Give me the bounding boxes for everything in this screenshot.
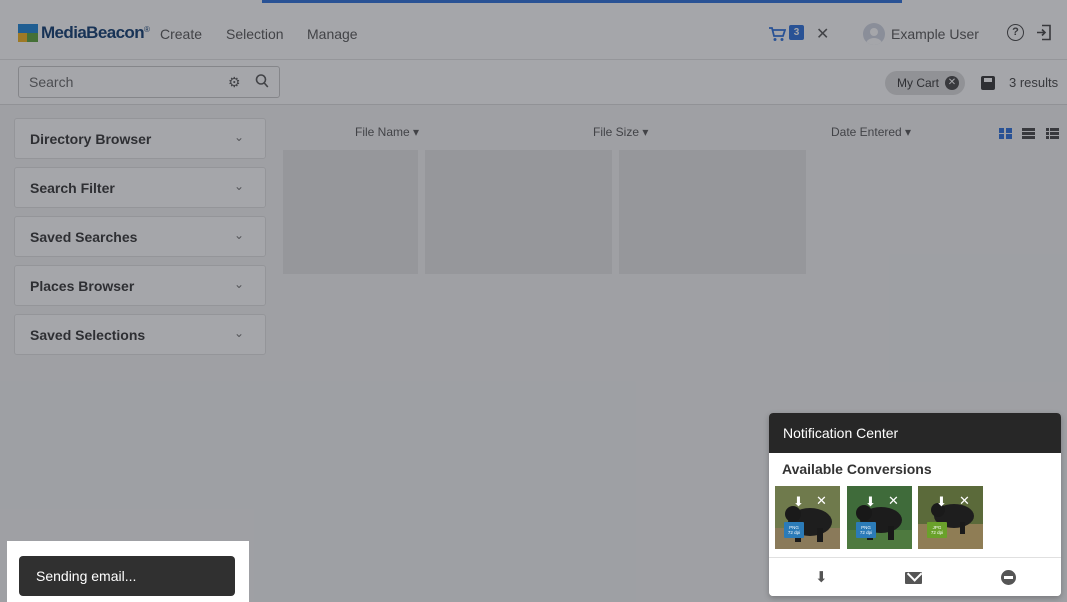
bear-thumbnail — [775, 486, 840, 549]
remove-icon[interactable] — [1001, 570, 1016, 585]
download-icon[interactable]: ⬇ — [793, 494, 804, 510]
available-conversions-heading: Available Conversions — [782, 461, 932, 477]
download-all-icon[interactable]: ⬇ — [815, 568, 828, 586]
notification-center-title[interactable]: Notification Center — [769, 413, 1061, 453]
conversion-item[interactable]: ⬇ ✕ JPG 72 dpi — [918, 486, 983, 549]
notification-center: Notification Center Available Conversion… — [769, 413, 1061, 596]
sending-email-toast: Sending email... — [19, 556, 235, 596]
bear-thumbnail — [918, 486, 983, 549]
dpi-label: 72 dpi — [930, 530, 944, 535]
email-icon[interactable] — [905, 572, 922, 584]
close-icon[interactable]: ✕ — [888, 493, 899, 509]
dpi-label: 72 dpi — [787, 530, 801, 535]
conversion-item[interactable]: ⬇ ✕ PNG 72 dpi — [847, 486, 912, 549]
format-badge: PNG 72 dpi — [784, 522, 804, 538]
bear-thumbnail — [847, 486, 912, 549]
download-icon[interactable]: ⬇ — [865, 494, 876, 510]
notification-footer: ⬇ — [769, 557, 1061, 596]
format-badge: PNG 72 dpi — [856, 522, 876, 538]
conversion-item[interactable]: ⬇ ✕ PNG 72 dpi — [775, 486, 840, 549]
close-icon[interactable]: ✕ — [816, 493, 827, 509]
download-icon[interactable]: ⬇ — [936, 494, 947, 510]
close-icon[interactable]: ✕ — [959, 493, 970, 509]
format-badge: JPG 72 dpi — [927, 522, 947, 538]
dpi-label: 72 dpi — [859, 530, 873, 535]
